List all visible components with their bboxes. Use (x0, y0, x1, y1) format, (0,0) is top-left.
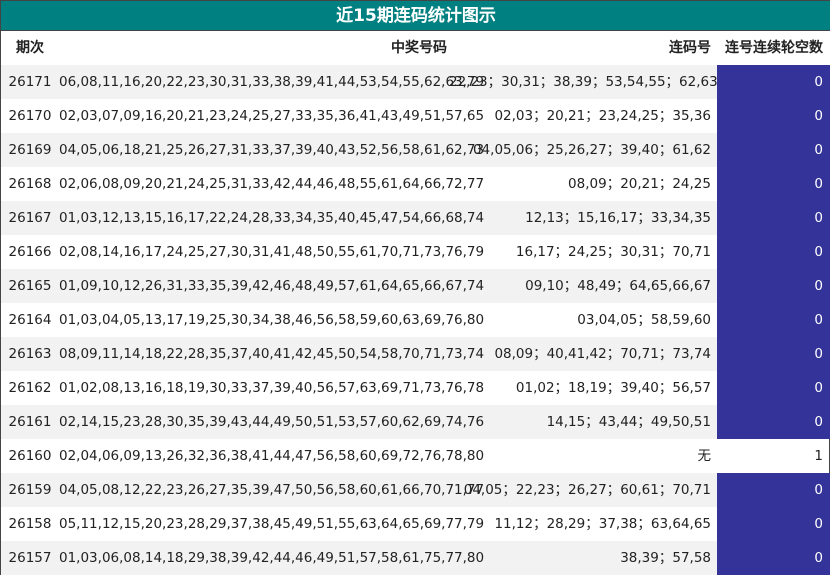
consecutive-numbers-cell: 03,04,05；58,59,60 (577, 312, 711, 328)
table-row: 26163 08,09,11,14,18,22,28,35,37,40,41,42… (1, 337, 830, 371)
winning-numbers-cell: 01,03,04,05,13,17,19,25,30,34,38,46,56,5… (59, 312, 485, 328)
consecutive-numbers-cell: 14,15；43,44；49,50,51 (546, 414, 711, 430)
period-cell: 26171 (8, 74, 52, 90)
miss-count-cell: 0 (717, 405, 830, 439)
period-cell: 26170 (8, 108, 52, 124)
miss-count-cell: 1 (814, 448, 823, 464)
period-cell: 26160 (8, 448, 52, 464)
page-title: 近15期连码统计图示 (1, 1, 830, 31)
consecutive-numbers-cell: 22,23；30,31；38,39；53,54,55；62,63 (449, 74, 718, 90)
winning-numbers-cell: 04,05,08,12,22,23,26,27,35,39,47,50,56,5… (59, 482, 485, 498)
table-row: 26168 02,06,08,09,20,21,24,25,31,33,42,44… (1, 167, 830, 201)
table-row: 26170 02,03,07,09,16,20,21,23,24,25,27,33… (1, 99, 830, 133)
period-cell: 26168 (8, 176, 52, 192)
winning-numbers-cell: 01,09,10,12,26,31,33,35,39,42,46,48,49,5… (59, 278, 485, 294)
table-header: 期次 中奖号码 连码号 连号连续轮空数 (1, 31, 830, 65)
consecutive-numbers-cell: 02,03；20,21；23,24,25；35,36 (494, 108, 711, 124)
period-cell: 26163 (8, 346, 52, 362)
miss-count-cell: 0 (717, 473, 830, 507)
period-cell: 26157 (8, 550, 52, 566)
table-row: 26166 02,08,14,16,17,24,25,27,30,31,41,48… (1, 235, 830, 269)
table-row: 26162 01,02,08,13,16,18,19,30,33,37,39,40… (1, 371, 830, 405)
table-row: 26159 04,05,08,12,22,23,26,27,35,39,47,50… (1, 473, 830, 507)
miss-count-cell: 0 (717, 167, 830, 201)
consecutive-numbers-cell: 04,05,06；25,26,27；39,40；61,62 (472, 142, 711, 158)
miss-count-cell: 0 (717, 201, 830, 235)
miss-count-cell: 0 (717, 507, 830, 541)
period-cell: 26159 (8, 482, 52, 498)
table-row: 26167 01,03,12,13,15,16,17,22,24,28,33,34… (1, 201, 830, 235)
consecutive-numbers-cell: 08,09；40,41,42；70,71；73,74 (494, 346, 711, 362)
period-cell: 26158 (8, 516, 52, 532)
period-cell: 26165 (8, 278, 52, 294)
header-consecutive: 连码号 (669, 40, 711, 56)
table-row: 26164 01,03,04,05,13,17,19,25,30,34,38,46… (1, 303, 830, 337)
period-cell: 26167 (8, 210, 52, 226)
winning-numbers-cell: 05,11,12,15,20,23,28,29,37,38,45,49,51,5… (59, 516, 485, 532)
winning-numbers-cell: 06,08,11,16,20,22,23,30,31,33,38,39,41,4… (59, 74, 485, 90)
header-numbers: 中奖号码 (391, 40, 447, 56)
table-row: 26157 01,03,06,08,14,18,29,38,39,42,44,46… (1, 541, 830, 575)
table-row: 26158 05,11,12,15,20,23,28,29,37,38,45,49… (1, 507, 830, 541)
period-cell: 26162 (8, 380, 52, 396)
miss-count-cell: 0 (717, 371, 830, 405)
winning-numbers-cell: 02,04,06,09,13,26,32,36,38,41,44,47,56,5… (59, 448, 485, 464)
winning-numbers-cell: 01,03,06,08,14,18,29,38,39,42,44,46,49,5… (59, 550, 485, 566)
table-row: 26171 06,08,11,16,20,22,23,30,31,33,38,39… (1, 65, 830, 99)
table-frame: 近15期连码统计图示 期次 中奖号码 连码号 连号连续轮空数 26171 06,0… (0, 0, 830, 575)
winning-numbers-cell: 02,03,07,09,16,20,21,23,24,25,27,33,35,3… (59, 108, 485, 124)
winning-numbers-cell: 01,02,08,13,16,18,19,30,33,37,39,40,56,5… (59, 380, 485, 396)
consecutive-numbers-cell: 11,12；28,29；37,38；63,64,65 (494, 516, 711, 532)
miss-count-cell: 0 (717, 303, 830, 337)
consecutive-numbers-cell: 01,02；18,19；39,40；56,57 (515, 380, 711, 396)
consecutive-numbers-cell: 无 (697, 448, 712, 464)
miss-count-cell: 0 (717, 235, 830, 269)
winning-numbers-cell: 02,06,08,09,20,21,24,25,31,33,42,44,46,4… (59, 176, 485, 192)
period-cell: 26164 (8, 312, 52, 328)
consecutive-numbers-cell: 08,09；20,21；24,25 (568, 176, 711, 192)
header-miss: 连号连续轮空数 (725, 40, 823, 56)
miss-count-cell: 0 (717, 541, 830, 575)
period-cell: 26166 (8, 244, 52, 260)
table-row: 26165 01,09,10,12,26,31,33,35,39,42,46,48… (1, 269, 830, 303)
miss-count-cell: 0 (717, 269, 830, 303)
winning-numbers-cell: 01,03,12,13,15,16,17,22,24,28,33,34,35,4… (59, 210, 485, 226)
winning-numbers-cell: 08,09,11,14,18,22,28,35,37,40,41,42,45,5… (59, 346, 485, 362)
table-row: 26161 02,14,15,23,28,30,35,39,43,44,49,50… (1, 405, 830, 439)
winning-numbers-cell: 04,05,06,18,21,25,26,27,31,33,37,39,40,4… (59, 142, 485, 158)
miss-count-cell: 0 (717, 65, 830, 99)
miss-count-cell: 0 (717, 337, 830, 371)
consecutive-numbers-cell: 16,17；24,25；30,31；70,71 (515, 244, 711, 260)
consecutive-numbers-cell: 38,39；57,58 (620, 550, 711, 566)
period-cell: 26169 (8, 142, 52, 158)
header-period: 期次 (16, 40, 44, 56)
consecutive-numbers-cell: 12,13；15,16,17；33,34,35 (525, 210, 711, 226)
consecutive-numbers-cell: 09,10；48,49；64,65,66,67 (525, 278, 711, 294)
consecutive-numbers-cell: 04,05；22,23；26,27；60,61；70,71 (463, 482, 711, 498)
miss-count-cell: 0 (717, 133, 830, 167)
table-row: 26160 02,04,06,09,13,26,32,36,38,41,44,47… (1, 439, 830, 473)
table-row: 26169 04,05,06,18,21,25,26,27,31,33,37,39… (1, 133, 830, 167)
winning-numbers-cell: 02,08,14,16,17,24,25,27,30,31,41,48,50,5… (59, 244, 485, 260)
miss-count-cell: 0 (717, 99, 830, 133)
period-cell: 26161 (8, 414, 52, 430)
winning-numbers-cell: 02,14,15,23,28,30,35,39,43,44,49,50,51,5… (59, 414, 485, 430)
